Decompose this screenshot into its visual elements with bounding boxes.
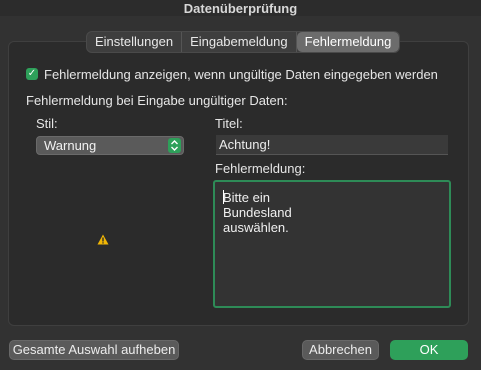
show-error-checkbox[interactable]: ✓	[26, 68, 38, 80]
title-input[interactable]: Achtung!	[216, 135, 448, 155]
show-error-label[interactable]: Fehlermeldung anzeigen, wenn ungültige D…	[44, 67, 438, 82]
style-select-value: Warnung	[44, 138, 97, 153]
error-message-textarea[interactable]: Bitte ein Bundesland auswählen.	[213, 180, 451, 308]
tab-bar: Einstellungen Eingabemeldung Fehlermeldu…	[86, 31, 401, 53]
cancel-button[interactable]: Abbrechen	[302, 340, 379, 360]
tab-fehlermeldung[interactable]: Fehlermeldung	[296, 32, 400, 52]
chevron-updown-icon	[168, 138, 181, 153]
text-caret	[223, 190, 224, 204]
title-label: Titel:	[215, 116, 243, 131]
title-input-value: Achtung!	[219, 137, 271, 152]
tab-einstellungen[interactable]: Einstellungen	[87, 32, 183, 52]
style-select[interactable]: Warnung	[36, 136, 184, 155]
error-message-value: Bitte ein Bundesland auswählen.	[223, 190, 292, 235]
title-bar: Datenüberprüfung	[0, 0, 481, 16]
style-label: Stil:	[36, 116, 58, 131]
message-label: Fehlermeldung:	[215, 161, 306, 176]
checkmark-icon: ✓	[27, 68, 37, 79]
window-title: Datenüberprüfung	[183, 1, 298, 16]
clear-all-button[interactable]: Gesamte Auswahl aufheben	[9, 340, 179, 360]
warning-icon	[97, 232, 109, 250]
section-label: Fehlermeldung bei Eingabe ungültiger Dat…	[26, 93, 288, 108]
tab-eingabemeldung[interactable]: Eingabemeldung	[182, 32, 297, 52]
ok-button[interactable]: OK	[390, 340, 468, 360]
